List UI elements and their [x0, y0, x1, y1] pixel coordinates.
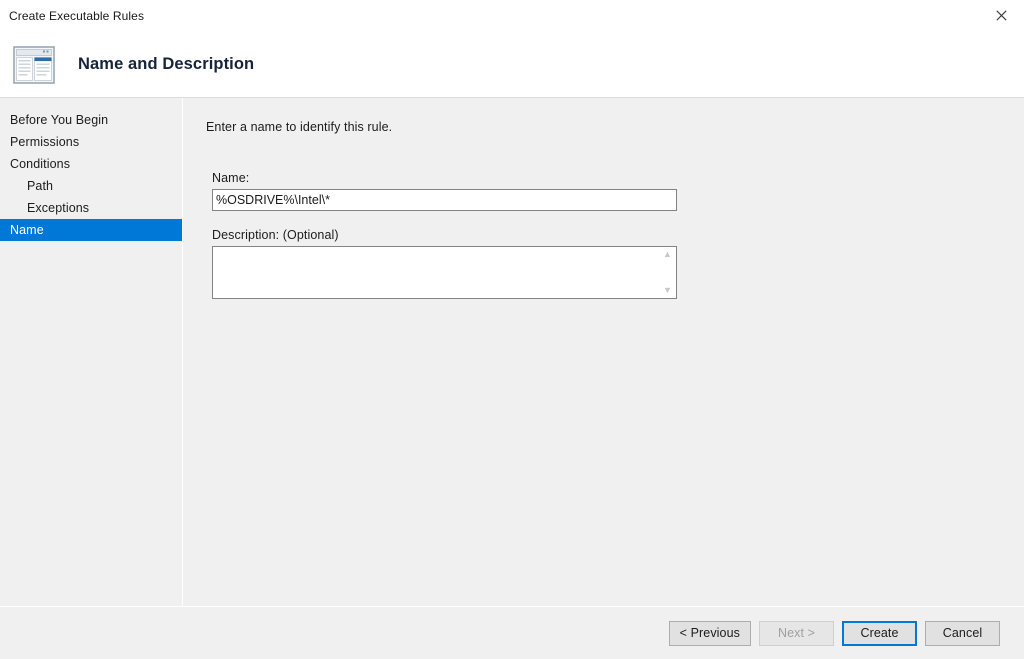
name-field-label: Name: — [212, 171, 250, 185]
sidebar-item-permissions[interactable]: Permissions — [0, 131, 182, 153]
description-scrollbar[interactable]: ▲ ▼ — [659, 247, 676, 298]
cancel-button[interactable]: Cancel — [925, 620, 1000, 646]
chevron-down-icon[interactable]: ▼ — [663, 286, 672, 295]
name-input[interactable] — [212, 189, 677, 211]
close-button[interactable] — [978, 0, 1024, 31]
sidebar-item-path[interactable]: Path — [0, 175, 182, 197]
sidebar-item-exceptions[interactable]: Exceptions — [0, 197, 182, 219]
instruction-text: Enter a name to identify this rule. — [206, 120, 393, 134]
page-title: Name and Description — [78, 55, 255, 73]
description-textarea[interactable] — [213, 247, 659, 298]
close-icon — [995, 10, 1007, 21]
description-field-group: Description: (Optional) ▲ ▼ — [212, 228, 677, 299]
wizard-content-pane: Enter a name to identify this rule. Name… — [183, 98, 1024, 606]
wizard-step-nav: Before You Begin Permissions Conditions … — [0, 98, 183, 606]
previous-button[interactable]: < Previous — [668, 620, 751, 646]
description-field-label: Description: (Optional) — [212, 228, 339, 242]
description-input-wrapper: ▲ ▼ — [212, 246, 677, 299]
window-title: Create Executable Rules — [9, 9, 145, 23]
sidebar-item-before-you-begin[interactable]: Before You Begin — [0, 109, 182, 131]
window-titlebar: Create Executable Rules — [0, 0, 1024, 32]
sidebar-item-conditions[interactable]: Conditions — [0, 153, 182, 175]
create-executable-rules-wizard: Create Executable Rules Name and Descrip… — [0, 0, 1024, 659]
wizard-body: Before You Begin Permissions Conditions … — [0, 98, 1024, 606]
chevron-up-icon[interactable]: ▲ — [663, 250, 672, 259]
wizard-footer: < Previous Next > Create Cancel — [0, 606, 1024, 659]
create-button[interactable]: Create — [842, 620, 917, 646]
page-header: Name and Description — [0, 32, 1024, 98]
next-button: Next > — [759, 620, 834, 646]
name-field-group: Name: — [212, 171, 677, 211]
wizard-page-icon — [13, 45, 55, 84]
sidebar-item-name[interactable]: Name — [0, 219, 182, 241]
